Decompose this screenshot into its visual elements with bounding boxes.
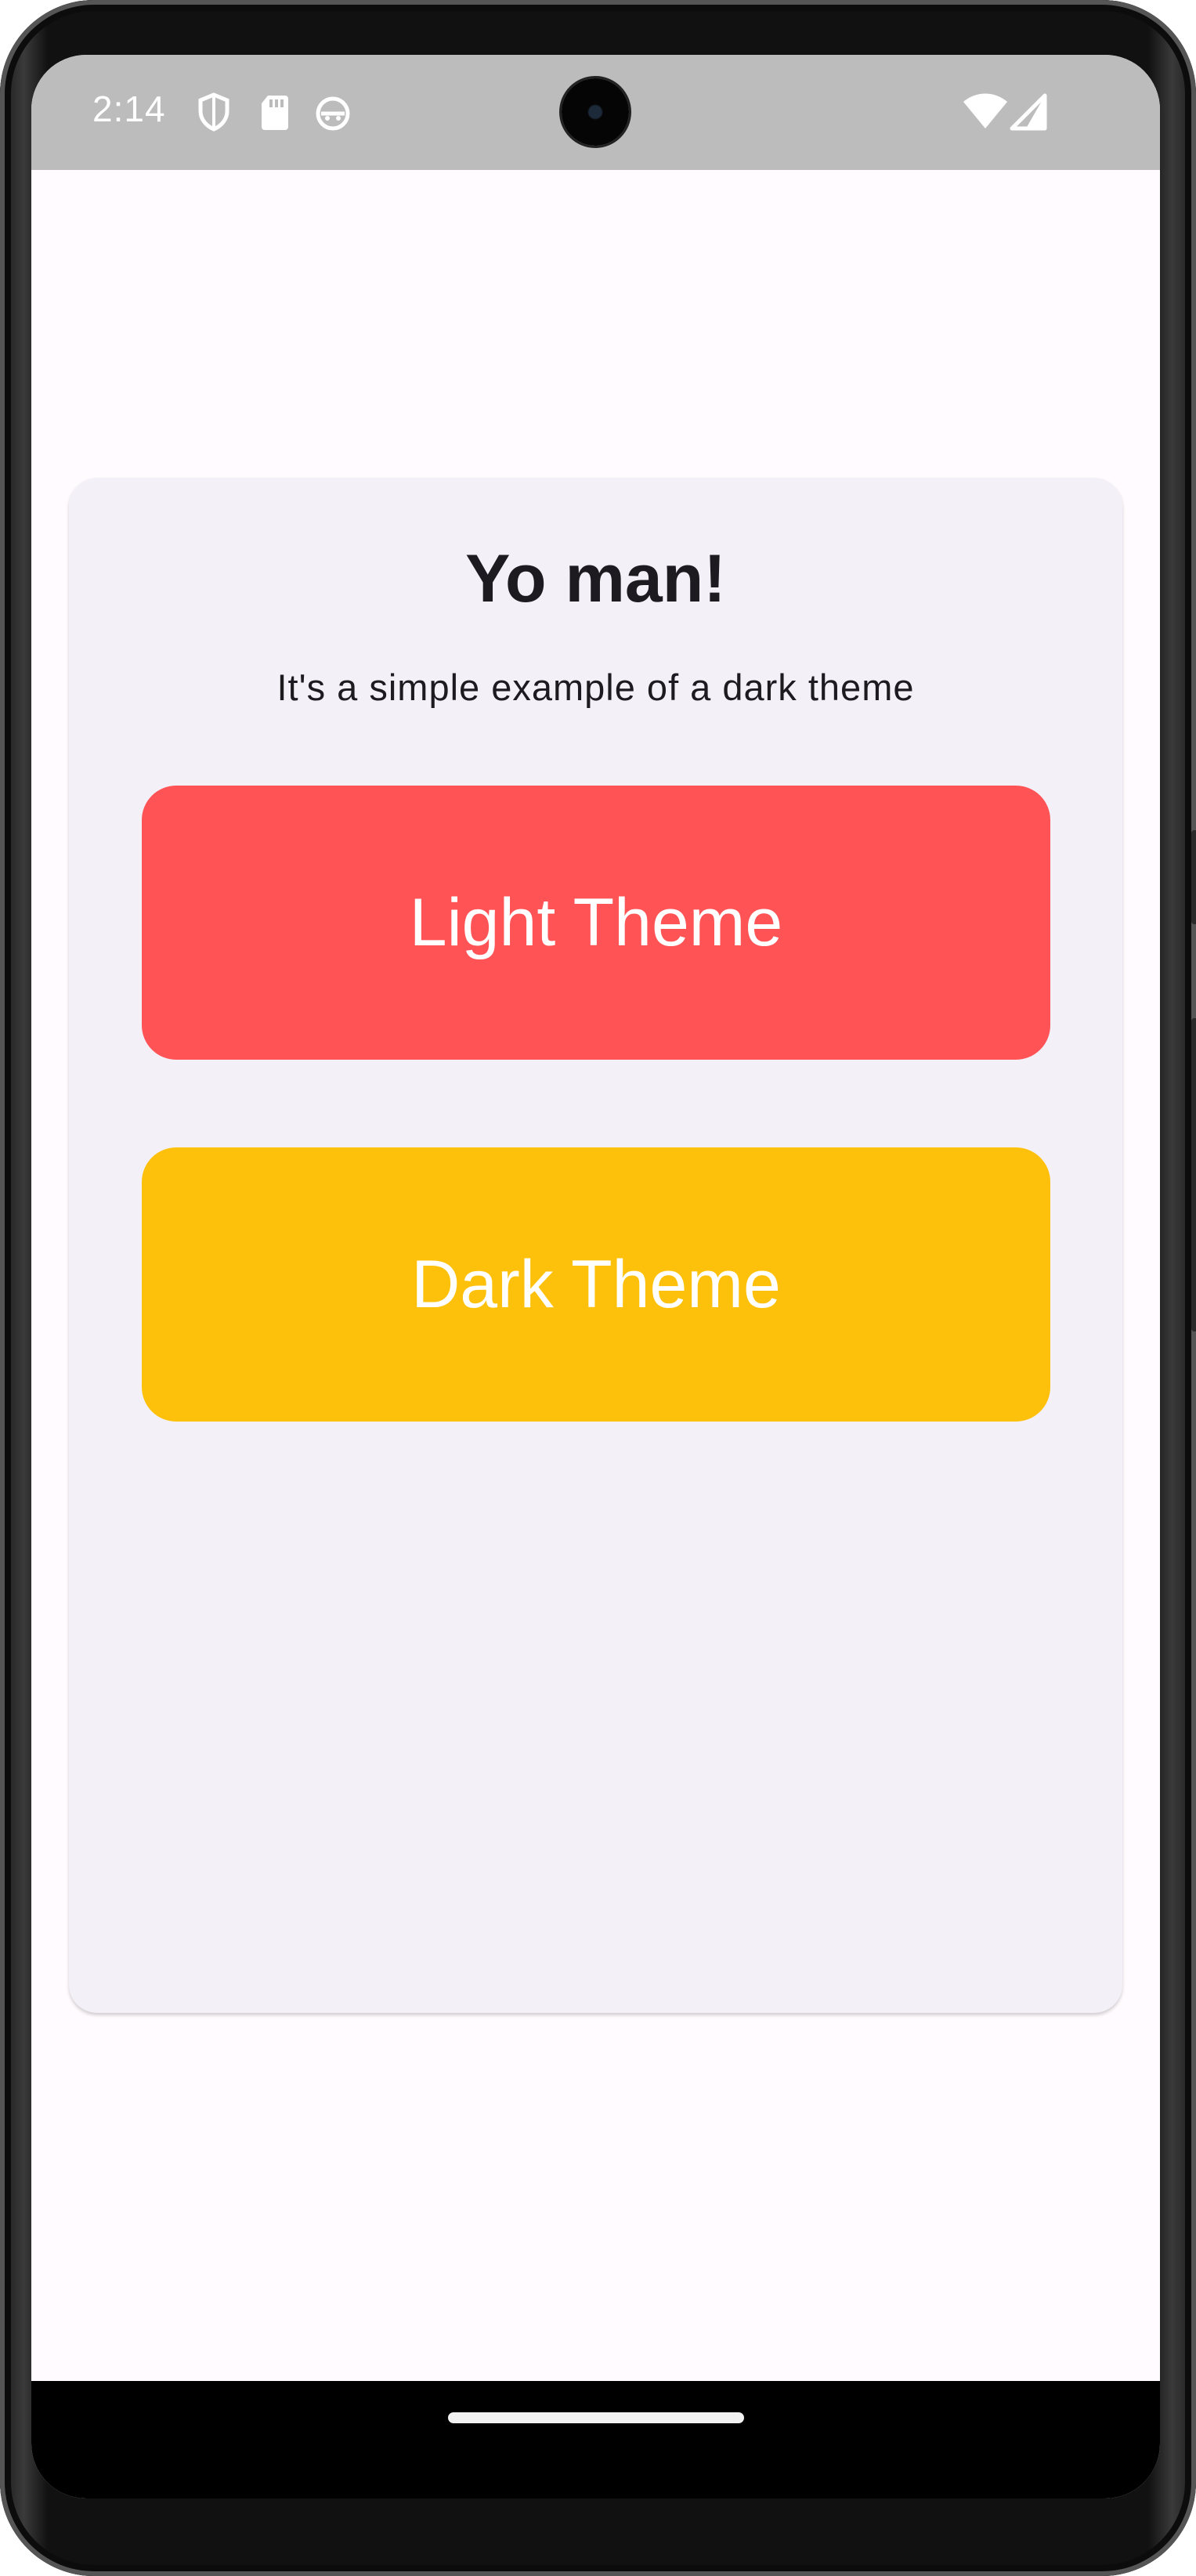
android-face-icon [313, 92, 350, 132]
power-button [1191, 830, 1196, 924]
front-camera [562, 78, 629, 146]
navigation-bar [31, 2381, 1160, 2498]
theme-card: Yo man! It's a simple example of a dark … [69, 478, 1122, 2013]
light-theme-button[interactable]: Light Theme [142, 786, 1050, 1060]
card-subtitle: It's a simple example of a dark theme [276, 667, 915, 708]
shield-icon [196, 92, 232, 132]
status-time: 2:14 [92, 89, 166, 129]
volume-button [1191, 1018, 1196, 1331]
phone-frame: 2:14 Yo man! It's a simple example of a … [0, 0, 1196, 2576]
sd-card-icon [258, 92, 294, 132]
screen: 2:14 Yo man! It's a simple example of a … [31, 55, 1160, 2498]
card-title: Yo man! [465, 541, 726, 616]
dark-theme-button[interactable]: Dark Theme [142, 1147, 1050, 1422]
status-bar: 2:14 [31, 55, 1160, 170]
cell-signal-icon [1009, 92, 1048, 132]
home-indicator[interactable] [448, 2412, 744, 2423]
wifi-icon [962, 92, 1009, 132]
